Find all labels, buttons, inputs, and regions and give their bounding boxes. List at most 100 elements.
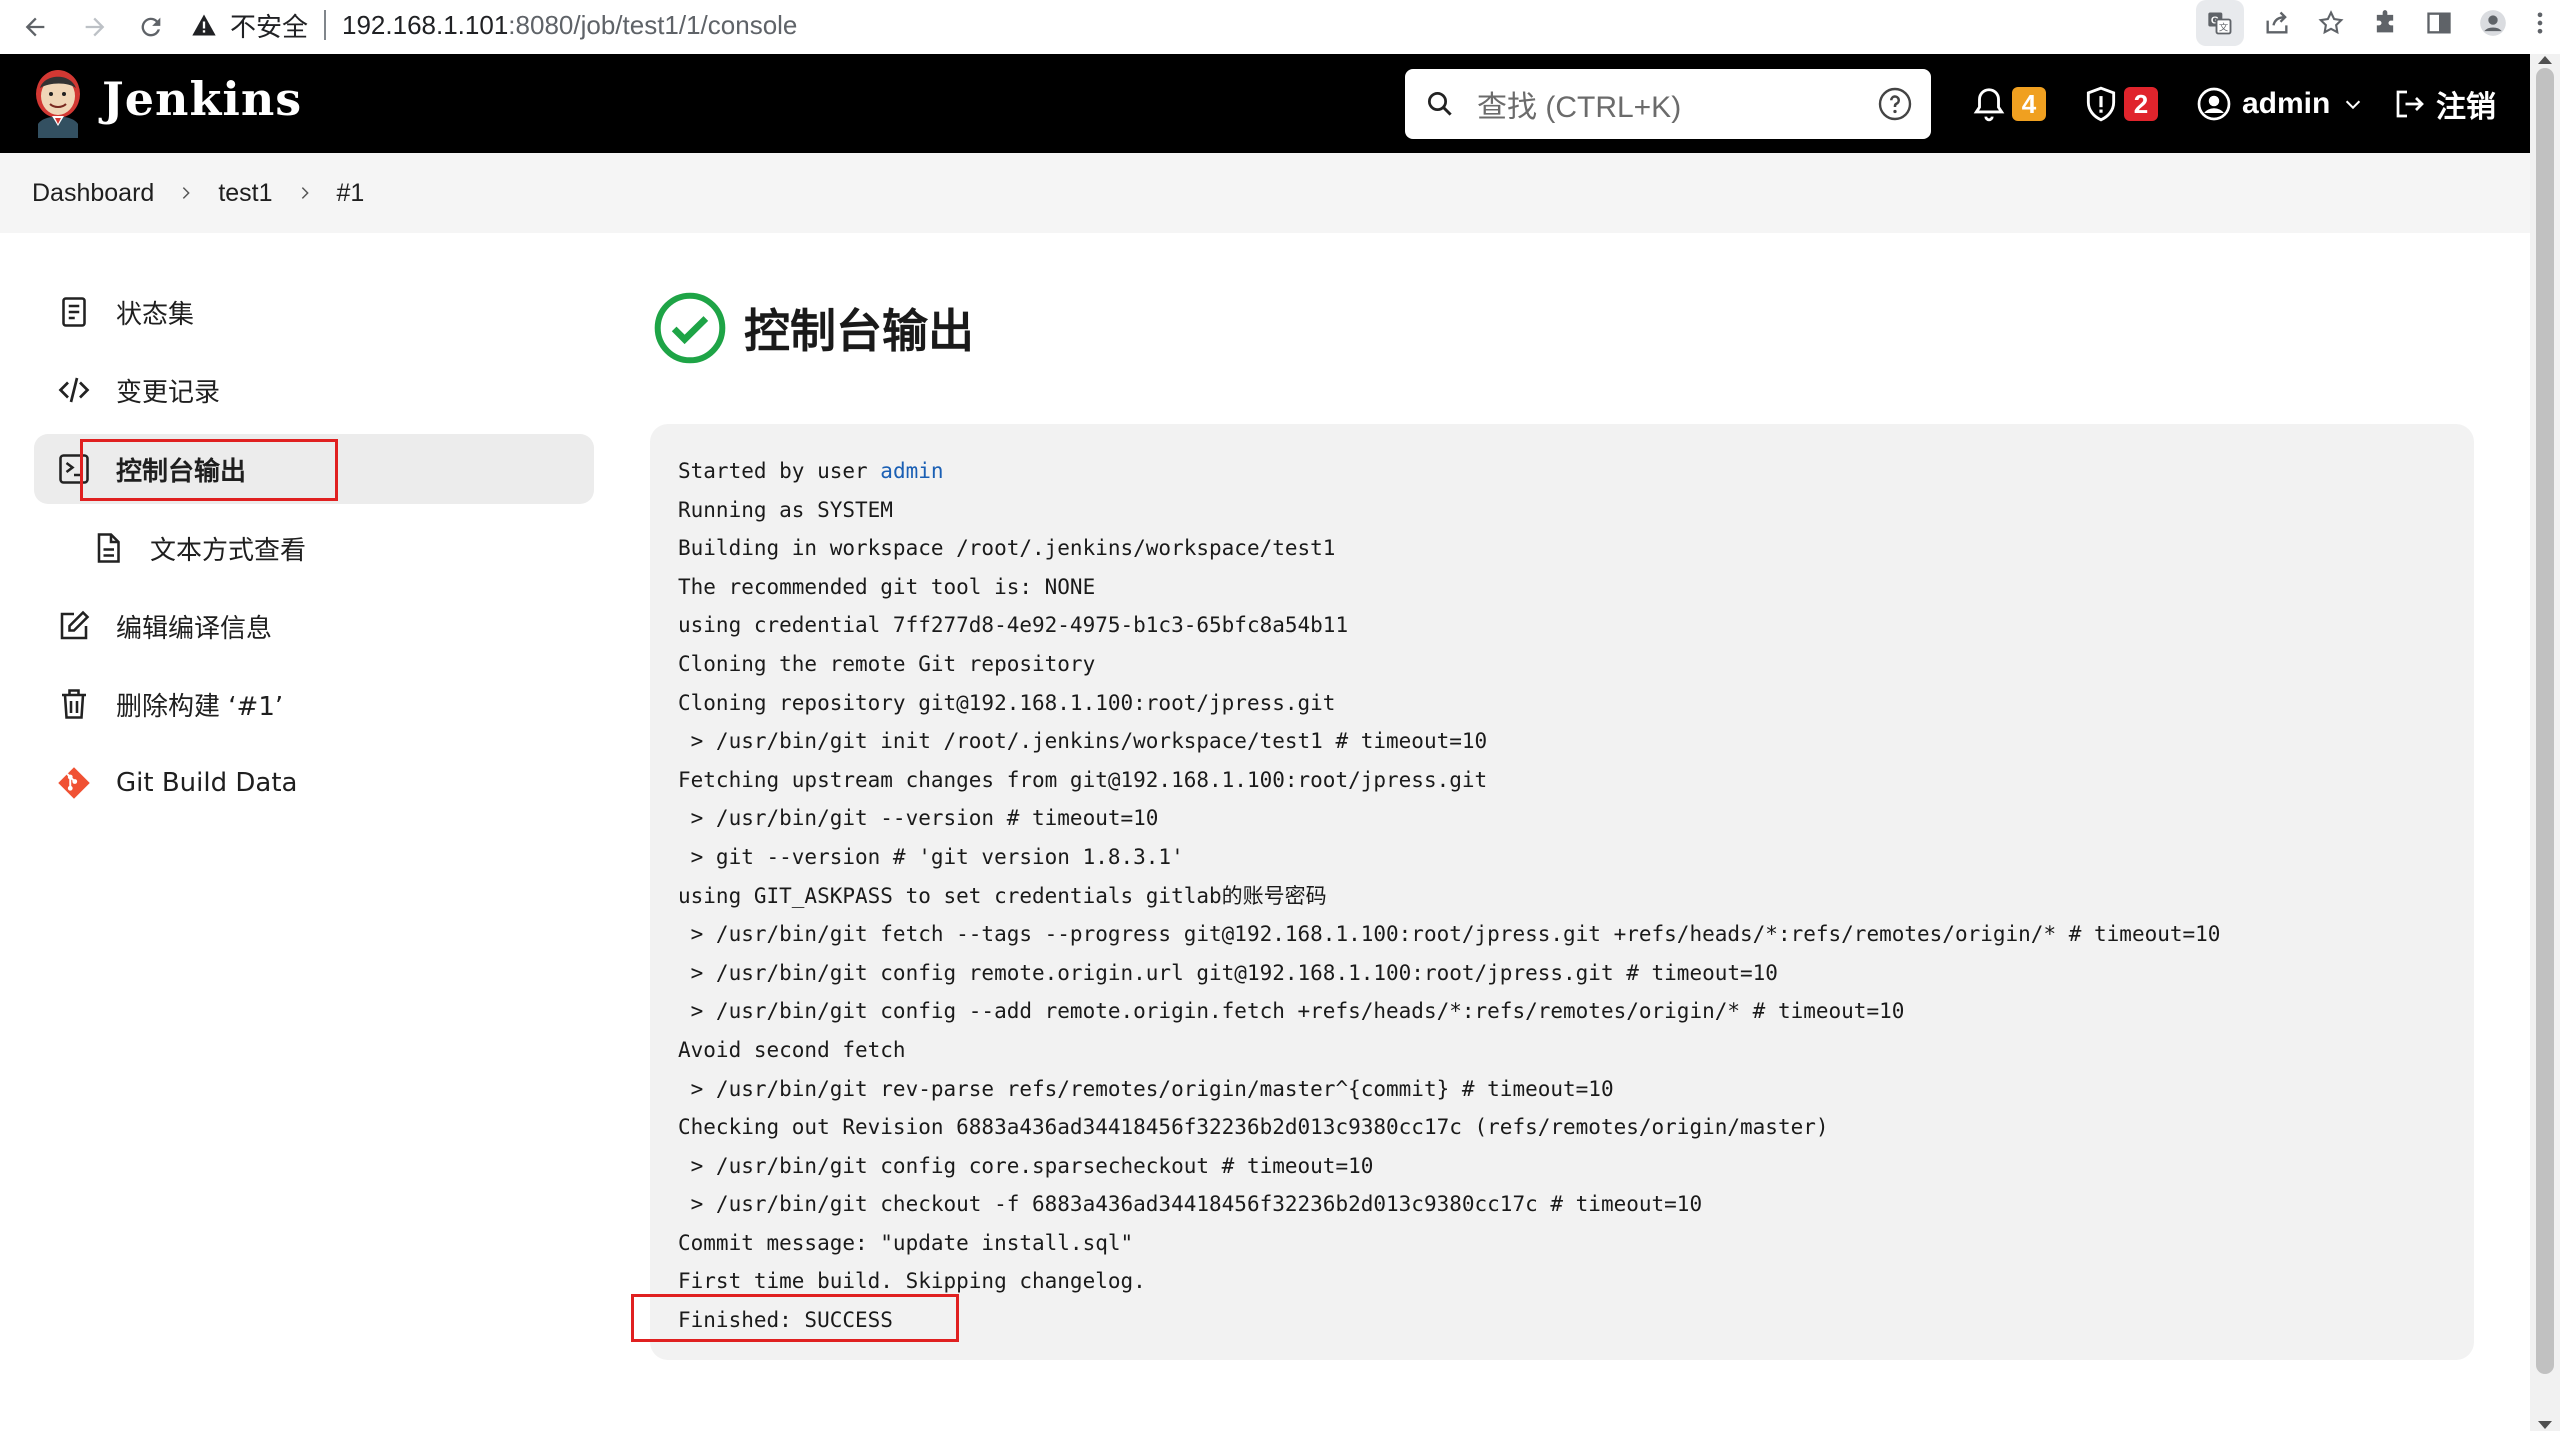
chevron-right-icon xyxy=(301,187,309,199)
star-icon xyxy=(2318,10,2344,35)
avatar-icon xyxy=(2480,10,2506,36)
jenkins-header: Jenkins 查找 (CTRL+K) 4 2 admin 注销 xyxy=(0,54,2530,153)
console-line: > /usr/bin/git config core.sparsecheckou… xyxy=(678,1153,1374,1178)
breadcrumb: Dashboard test1 #1 xyxy=(0,153,2530,233)
reload-button[interactable] xyxy=(130,6,172,48)
arrow-right-icon xyxy=(85,17,105,37)
side-panel-icon xyxy=(2427,12,2451,34)
page-content: Jenkins 查找 (CTRL+K) 4 2 admin 注销 Dashboa… xyxy=(0,54,2530,1431)
bookmark-button[interactable] xyxy=(2304,0,2358,46)
console-line: Fetching upstream changes from git@192.1… xyxy=(678,767,1488,792)
translate-icon: G文 xyxy=(2208,12,2232,35)
menu-button[interactable] xyxy=(2520,0,2560,46)
console-line: > /usr/bin/git rev-parse refs/remotes/or… xyxy=(678,1076,1614,1101)
more-vert-icon xyxy=(2537,12,2543,34)
user-link[interactable]: admin xyxy=(880,459,943,483)
browser-toolbar: 不安全 192.168.1.101:8080/job/test1/1/conso… xyxy=(0,0,2560,55)
puzzle-icon xyxy=(2376,10,2394,33)
edit-icon xyxy=(60,610,90,640)
console-line: > git --version # 'git version 1.8.3.1' xyxy=(678,844,1184,869)
profile-button[interactable] xyxy=(2466,0,2520,46)
chevron-down-icon xyxy=(2346,100,2361,110)
scrollbar[interactable] xyxy=(2530,54,2560,1431)
breadcrumb-dashboard[interactable]: Dashboard xyxy=(32,179,154,208)
logout-label: 注销 xyxy=(2436,90,2496,125)
extensions-button[interactable] xyxy=(2358,0,2412,46)
sidebar-item-plain-text[interactable]: 文本方式查看 xyxy=(34,513,594,583)
address-bar[interactable]: 不安全 192.168.1.101:8080/job/test1/1/conso… xyxy=(190,3,2060,47)
reload-icon xyxy=(141,17,161,37)
security-badge: 2 xyxy=(2124,87,2158,121)
console-line: The recommended git tool is: NONE xyxy=(678,574,1096,599)
arrow-left-icon xyxy=(25,17,45,37)
console-line: Building in workspace /root/.jenkins/wor… xyxy=(678,536,1336,561)
console-line: Started by user admin xyxy=(678,452,2446,491)
page-header: 控制台输出 xyxy=(652,290,974,366)
console-line: Cloning repository git@192.168.1.100:roo… xyxy=(678,690,1336,715)
breadcrumb-build[interactable]: #1 xyxy=(337,179,365,208)
logout-button[interactable]: 注销 xyxy=(2392,76,2496,132)
jenkins-logo-icon[interactable] xyxy=(30,68,86,138)
user-menu[interactable]: admin xyxy=(2196,76,2364,132)
chevron-right-icon xyxy=(183,187,191,199)
git-icon xyxy=(58,767,90,799)
sidebar-item-status[interactable]: 状态集 xyxy=(34,277,594,347)
code-icon xyxy=(58,377,90,403)
console-line: Commit message: "update install.sql" xyxy=(678,1230,1134,1255)
back-button[interactable] xyxy=(14,6,56,48)
console-line: Cloning the remote Git repository xyxy=(678,651,1096,676)
file-icon xyxy=(97,533,120,563)
jenkins-logo-text[interactable]: Jenkins xyxy=(102,72,302,126)
svg-text:文: 文 xyxy=(2219,22,2228,34)
divider xyxy=(324,10,327,40)
success-check-icon xyxy=(654,292,726,364)
logout-icon xyxy=(2396,90,2424,118)
scroll-down-arrow-icon[interactable] xyxy=(2538,1421,2552,1429)
sidebar-item-label: 状态集 xyxy=(116,299,195,330)
search-input[interactable]: 查找 (CTRL+K) xyxy=(1477,82,1877,126)
notifications-badge: 4 xyxy=(2012,87,2046,121)
search-box[interactable]: 查找 (CTRL+K) xyxy=(1405,69,1931,139)
user-name: admin xyxy=(2242,87,2331,120)
breadcrumb-job[interactable]: test1 xyxy=(218,179,272,208)
console-line: Checking out Revision 6883a436ad34418456… xyxy=(678,1115,1829,1140)
console-line: > /usr/bin/git config --add remote.origi… xyxy=(678,999,1905,1024)
console-line: Running as SYSTEM xyxy=(678,497,893,522)
page-title: 控制台输出 xyxy=(744,304,974,358)
trash-icon xyxy=(62,689,86,719)
console-line: > /usr/bin/git --version # timeout=10 xyxy=(678,806,1159,831)
sidebar-item-label: 文本方式查看 xyxy=(150,535,307,566)
forward-button[interactable] xyxy=(74,6,116,48)
console-line: using credential 7ff277d8-4e92-4975-b1c3… xyxy=(678,613,1349,638)
url-host: 192.168.1.101 xyxy=(342,9,509,40)
sidebar-item-delete-build[interactable]: 删除构建 ‘#1’ xyxy=(34,669,594,739)
console-line: > /usr/bin/git init /root/.jenkins/works… xyxy=(678,729,1488,754)
user-icon xyxy=(2197,87,2231,121)
scrollbar-thumb[interactable] xyxy=(2536,68,2554,1374)
sidebar-item-label: 删除构建 ‘#1’ xyxy=(116,691,284,722)
side-panel-button[interactable] xyxy=(2412,0,2466,46)
insecure-label: 不安全 xyxy=(230,11,309,42)
document-icon xyxy=(62,297,86,327)
shield-icon xyxy=(2086,86,2116,122)
highlight-box xyxy=(631,1294,959,1342)
sidebar-item-edit-info[interactable]: 编辑编译信息 xyxy=(34,591,594,661)
translate-button[interactable]: G文 xyxy=(2196,0,2244,46)
console-line: > /usr/bin/git checkout -f 6883a436ad344… xyxy=(678,1192,1703,1217)
console-line: > /usr/bin/git config remote.origin.url … xyxy=(678,960,1778,985)
console-line: using GIT_ASKPASS to set credentials git… xyxy=(678,883,1327,908)
sidebar-item-changes[interactable]: 变更记录 xyxy=(34,355,594,425)
notifications-button[interactable]: 4 xyxy=(1970,76,2046,132)
security-button[interactable]: 2 xyxy=(2082,76,2158,132)
help-icon[interactable] xyxy=(1877,86,1913,122)
sidebar-item-git-build-data[interactable]: Git Build Data xyxy=(34,748,594,818)
url-path: :8080/job/test1/1/console xyxy=(508,9,798,40)
share-button[interactable] xyxy=(2250,0,2304,46)
scroll-up-arrow-icon[interactable] xyxy=(2538,56,2552,64)
search-icon xyxy=(1428,92,1452,116)
console-line: Avoid second fetch xyxy=(678,1037,906,1062)
sidebar-item-label: 编辑编译信息 xyxy=(116,613,273,644)
sidebar-item-label: Git Build Data xyxy=(116,768,298,798)
console-text: Started by user xyxy=(678,459,881,483)
console-line: > /usr/bin/git fetch --tags --progress g… xyxy=(678,922,2221,947)
